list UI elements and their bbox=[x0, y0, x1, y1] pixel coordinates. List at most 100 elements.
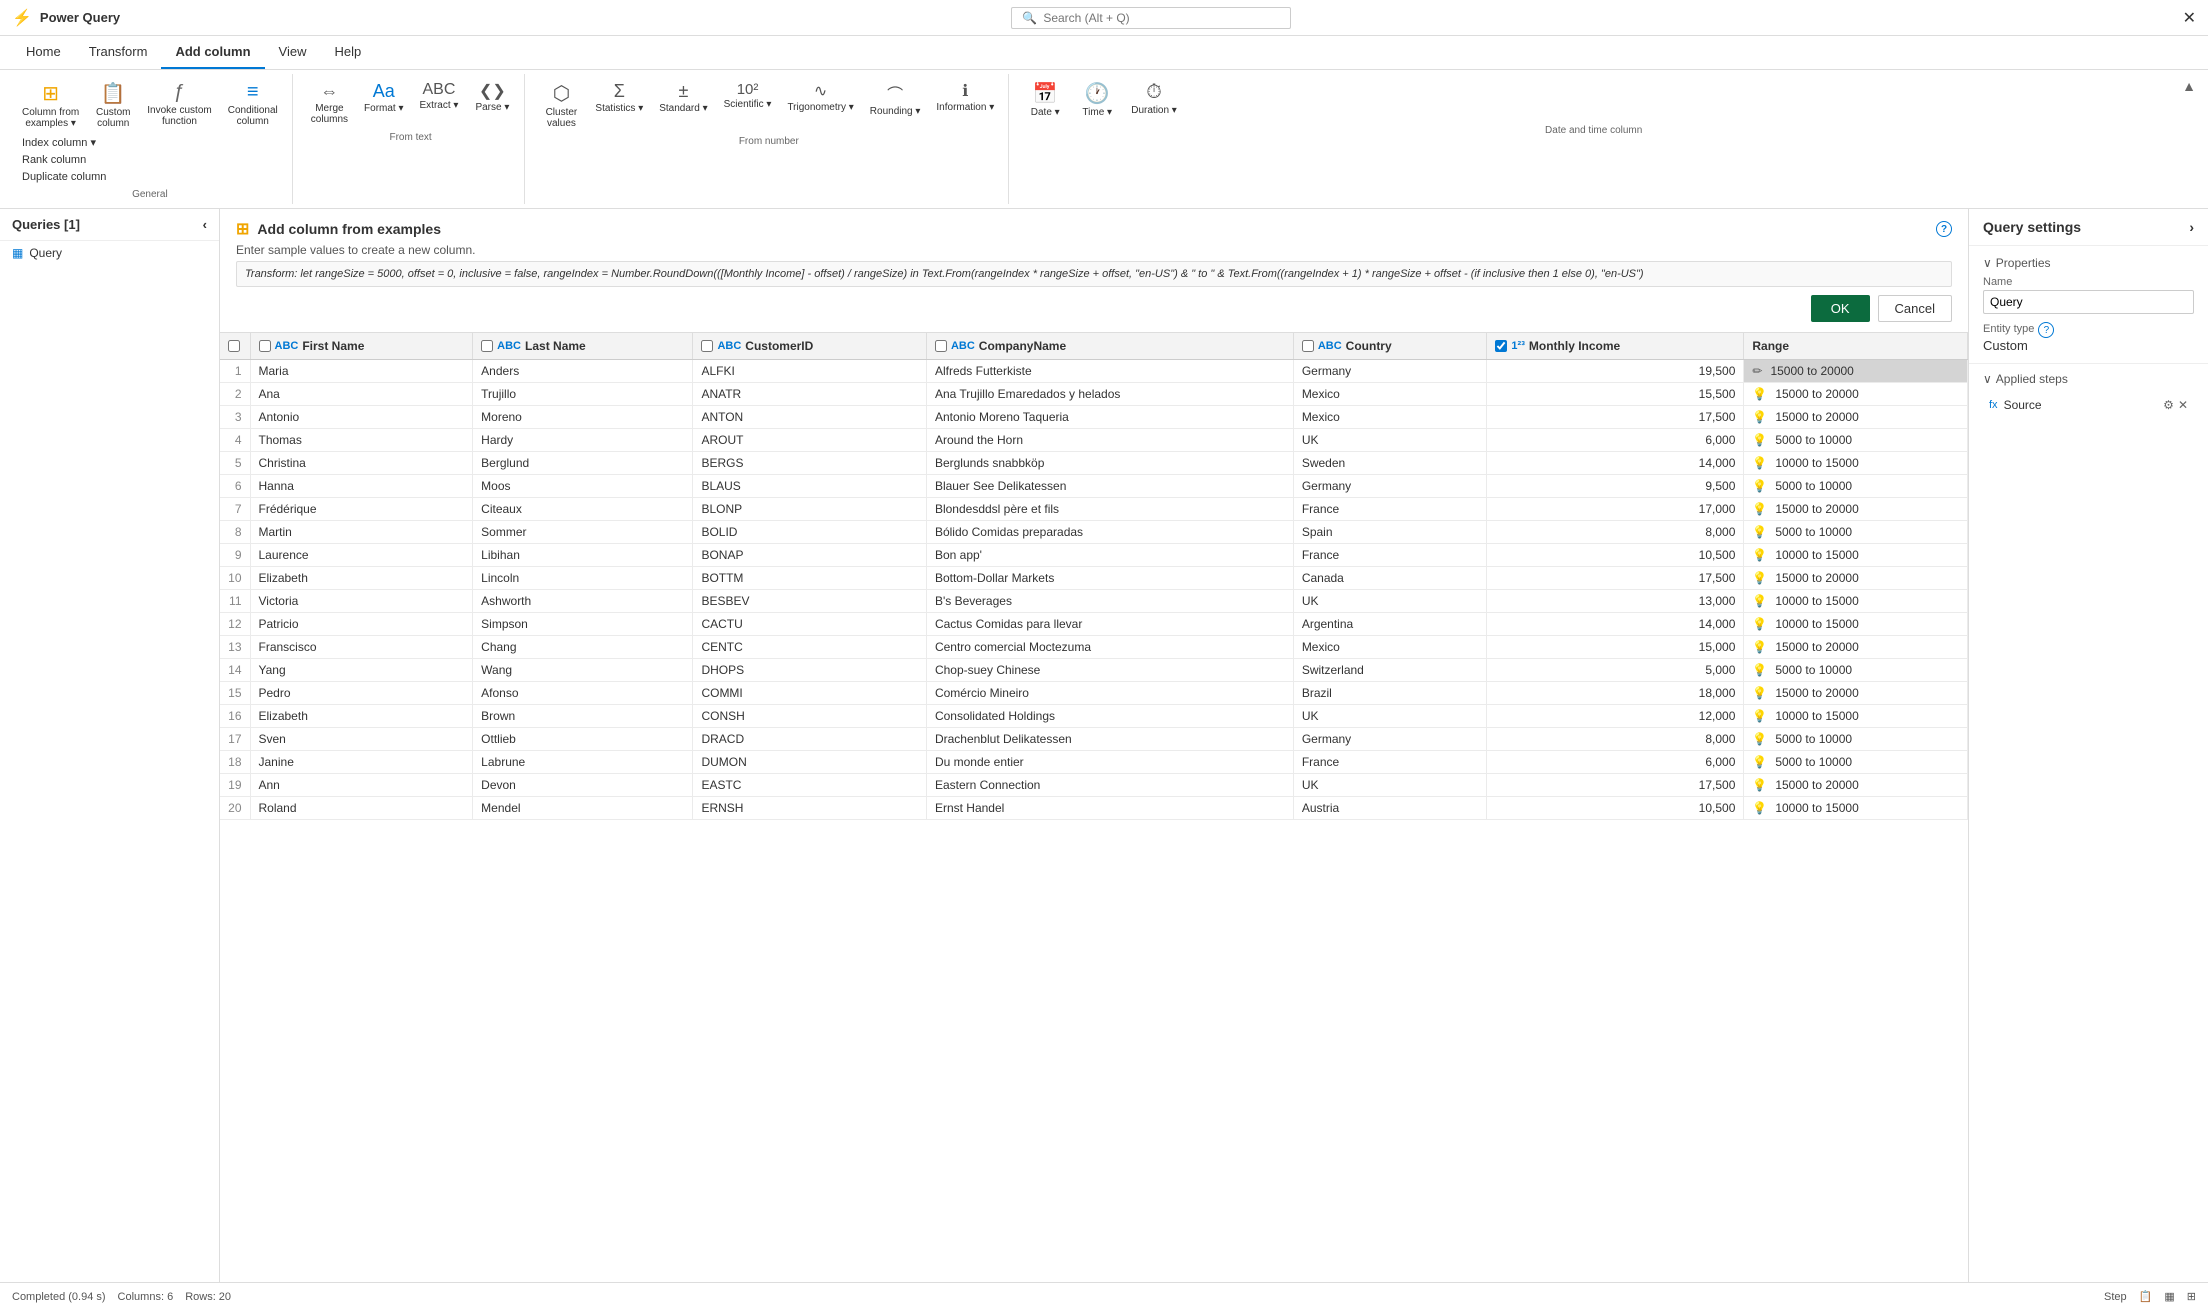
step-source[interactable]: fx Source ⚙ ✕ bbox=[1983, 394, 2194, 416]
tab-home[interactable]: Home bbox=[12, 36, 75, 69]
range-cell[interactable]: 💡5000 to 10000 bbox=[1744, 429, 1968, 452]
statistics-button[interactable]: Σ Statistics ▾ bbox=[589, 78, 649, 132]
close-button[interactable]: ✕ bbox=[2183, 8, 2196, 28]
add-col-icon: ⊞ bbox=[236, 219, 249, 239]
tab-help[interactable]: Help bbox=[321, 36, 376, 69]
time-button[interactable]: 🕐 Time ▾ bbox=[1073, 78, 1121, 121]
ribbon-collapse-button[interactable]: ▲ bbox=[2182, 78, 2196, 94]
cluster-values-button[interactable]: ⬡ Clustervalues bbox=[537, 78, 585, 132]
standard-button[interactable]: ± Standard ▾ bbox=[653, 78, 713, 132]
range-cell[interactable]: ✏15000 to 20000 bbox=[1744, 360, 1968, 383]
th-company-name: ABC CompanyName bbox=[926, 333, 1293, 360]
information-button[interactable]: ℹ Information ▾ bbox=[930, 78, 1000, 132]
col-last-name-check[interactable] bbox=[481, 340, 493, 352]
range-cell[interactable]: 💡5000 to 10000 bbox=[1744, 475, 1968, 498]
col-first-name-check[interactable] bbox=[259, 340, 271, 352]
col-income-label: Monthly Income bbox=[1529, 339, 1620, 353]
rounding-button[interactable]: ⌒ Rounding ▾ bbox=[864, 78, 927, 132]
select-all-checkbox[interactable] bbox=[228, 340, 240, 352]
applied-steps-title[interactable]: ∨ Applied steps bbox=[1983, 372, 2194, 386]
cancel-button[interactable]: Cancel bbox=[1878, 295, 1952, 322]
range-cell[interactable]: 💡5000 to 10000 bbox=[1744, 728, 1968, 751]
invoke-custom-function-button[interactable]: ƒ Invoke customfunction bbox=[141, 78, 217, 132]
status-grid-icon[interactable]: ⊞ bbox=[2187, 1290, 2196, 1303]
tab-view[interactable]: View bbox=[265, 36, 321, 69]
format-button[interactable]: Aa Format ▾ bbox=[358, 78, 409, 128]
rank-column-button[interactable]: Rank column bbox=[16, 152, 284, 168]
range-cell[interactable]: 💡15000 to 20000 bbox=[1744, 498, 1968, 521]
query-item-label: Query bbox=[29, 246, 62, 260]
step-settings-icon[interactable]: ⚙ bbox=[2163, 398, 2174, 412]
customer-id-cell: ALFKI bbox=[693, 360, 927, 383]
range-cell[interactable]: 💡15000 to 20000 bbox=[1744, 567, 1968, 590]
ok-button[interactable]: OK bbox=[1811, 295, 1870, 322]
range-cell[interactable]: 💡10000 to 15000 bbox=[1744, 613, 1968, 636]
range-cell[interactable]: 💡10000 to 15000 bbox=[1744, 590, 1968, 613]
date-button[interactable]: 📅 Date ▾ bbox=[1021, 78, 1069, 121]
range-cell[interactable]: 💡15000 to 20000 bbox=[1744, 636, 1968, 659]
col-country-label: Country bbox=[1346, 339, 1392, 353]
conditional-column-button[interactable]: ≡ Conditionalcolumn bbox=[222, 78, 284, 132]
company-name-cell: Consolidated Holdings bbox=[926, 705, 1293, 728]
range-cell[interactable]: 💡5000 to 10000 bbox=[1744, 751, 1968, 774]
custom-col-icon: 📋 bbox=[101, 81, 126, 106]
tab-transform[interactable]: Transform bbox=[75, 36, 162, 69]
step-source-label: Source bbox=[2004, 398, 2042, 412]
range-cell[interactable]: 💡15000 to 20000 bbox=[1744, 682, 1968, 705]
col-company-name-check[interactable] bbox=[935, 340, 947, 352]
range-cell[interactable]: 💡5000 to 10000 bbox=[1744, 521, 1968, 544]
bulb-icon: 💡 bbox=[1752, 387, 1767, 401]
custom-column-button[interactable]: 📋 Customcolumn bbox=[89, 78, 137, 132]
income-cell: 6,000 bbox=[1487, 429, 1744, 452]
company-name-cell: Bottom-Dollar Markets bbox=[926, 567, 1293, 590]
duplicate-column-button[interactable]: Duplicate column bbox=[16, 169, 284, 185]
scientific-button[interactable]: 10² Scientific ▾ bbox=[718, 78, 778, 132]
range-cell[interactable]: 💡10000 to 15000 bbox=[1744, 452, 1968, 475]
sidebar-item-query[interactable]: ▦ Query bbox=[0, 241, 219, 265]
status-table-icon[interactable]: ▦ bbox=[2164, 1290, 2174, 1303]
col-country-check[interactable] bbox=[1302, 340, 1314, 352]
range-cell[interactable]: 💡10000 to 15000 bbox=[1744, 705, 1968, 728]
search-bar[interactable]: 🔍 bbox=[1011, 7, 1291, 29]
step-delete-icon[interactable]: ✕ bbox=[2178, 398, 2188, 412]
range-cell[interactable]: 💡5000 to 10000 bbox=[1744, 659, 1968, 682]
search-input[interactable] bbox=[1043, 11, 1280, 25]
last-name-cell: Trujillo bbox=[473, 383, 693, 406]
row-num-cell: 19 bbox=[220, 774, 250, 797]
range-cell[interactable]: 💡15000 to 20000 bbox=[1744, 774, 1968, 797]
duration-button[interactable]: ⏱ Duration ▾ bbox=[1125, 78, 1183, 121]
row-num-cell: 9 bbox=[220, 544, 250, 567]
parse-button[interactable]: ❮❯ Parse ▾ bbox=[468, 78, 516, 128]
help-circle-icon[interactable]: ? bbox=[1936, 221, 1952, 237]
tab-add-column[interactable]: Add column bbox=[161, 36, 264, 69]
properties-chevron: ∨ bbox=[1983, 256, 1992, 270]
data-table-wrapper[interactable]: ABC First Name ABC Last Name ABC Custome… bbox=[220, 333, 1968, 1282]
right-panel-expand-icon[interactable]: › bbox=[2189, 219, 2194, 235]
bulb-icon: 💡 bbox=[1752, 525, 1767, 539]
th-last-name: ABC Last Name bbox=[473, 333, 693, 360]
index-column-button[interactable]: Index column ▾ bbox=[16, 134, 284, 151]
entity-type-label: Entity type bbox=[1983, 323, 2034, 335]
range-cell[interactable]: 💡10000 to 15000 bbox=[1744, 797, 1968, 820]
company-name-cell: Comércio Mineiro bbox=[926, 682, 1293, 705]
status-step-icon[interactable]: 📋 bbox=[2139, 1290, 2153, 1303]
properties-section: ∨ Properties Name Entity type ? Custom bbox=[1969, 246, 2208, 364]
range-cell[interactable]: 💡15000 to 20000 bbox=[1744, 406, 1968, 429]
entity-type-help-icon[interactable]: ? bbox=[2038, 322, 2054, 338]
merge-columns-button[interactable]: ⇔ Mergecolumns bbox=[305, 78, 354, 128]
col-income-check[interactable] bbox=[1495, 340, 1507, 352]
customer-id-cell: BLONP bbox=[693, 498, 927, 521]
range-cell[interactable]: 💡10000 to 15000 bbox=[1744, 544, 1968, 567]
status-bar: Completed (0.94 s) Columns: 6 Rows: 20 S… bbox=[0, 1282, 2208, 1310]
sidebar-collapse-icon[interactable]: ‹ bbox=[203, 217, 207, 232]
country-cell: France bbox=[1293, 498, 1487, 521]
last-name-cell: Mendel bbox=[473, 797, 693, 820]
country-cell: Argentina bbox=[1293, 613, 1487, 636]
extract-button[interactable]: ABC Extract ▾ bbox=[414, 78, 465, 128]
range-cell[interactable]: 💡15000 to 20000 bbox=[1744, 383, 1968, 406]
name-input[interactable] bbox=[1983, 290, 2194, 314]
col-customer-id-check[interactable] bbox=[701, 340, 713, 352]
properties-title[interactable]: ∨ Properties bbox=[1983, 256, 2194, 270]
trigonometry-button[interactable]: ∿ Trigonometry ▾ bbox=[781, 78, 859, 132]
col-from-examples-button[interactable]: ⊞ Column fromexamples ▾ bbox=[16, 78, 85, 132]
